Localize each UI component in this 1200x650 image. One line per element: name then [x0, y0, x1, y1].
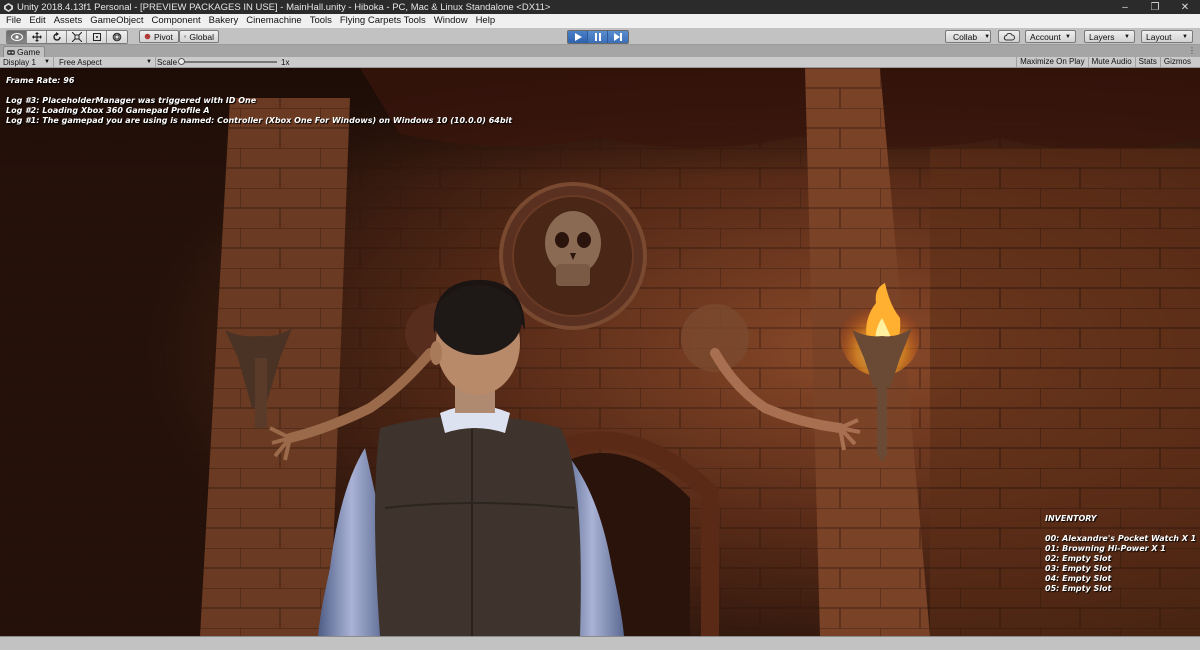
- scale-label: Scale: [157, 57, 178, 67]
- maximize-on-play-toggle[interactable]: Maximize On Play: [1016, 57, 1087, 67]
- inventory-slot: 01: Browning Hi-Power X 1: [1045, 544, 1166, 553]
- gizmos-toggle[interactable]: Gizmos: [1159, 57, 1194, 67]
- inventory-panel: INVENTORY 00: Alexandre's Pocket Watch X…: [1045, 514, 1196, 594]
- debug-log: Log #3: PlaceholderManager was triggered…: [6, 96, 512, 126]
- menu-gameobject[interactable]: GameObject: [86, 14, 147, 28]
- scale-value: 1x: [281, 57, 290, 67]
- pivot-label: Pivot: [154, 31, 173, 42]
- pivot-toggle[interactable]: Pivot: [139, 30, 179, 43]
- log-line: Log #1: The gamepad you are using is nam…: [6, 116, 513, 125]
- play-icon[interactable]: [568, 31, 588, 43]
- menu-component[interactable]: Component: [148, 14, 205, 28]
- scale-slider-handle[interactable]: [178, 58, 186, 65]
- menu-bar: File Edit Assets GameObject Component Ba…: [0, 14, 1200, 28]
- inventory-slot: 02: Empty Slot: [1045, 554, 1112, 563]
- aspect-label: Free Aspect: [59, 57, 102, 67]
- pivot-icon: [144, 33, 151, 40]
- scale-control: Scale 1x: [157, 57, 289, 67]
- game-viewport[interactable]: Frame Rate: 96 Log #3: PlaceholderManage…: [0, 68, 1200, 636]
- scale-slider[interactable]: [178, 58, 278, 65]
- display-dropdown[interactable]: Display 1 ▼: [0, 57, 54, 67]
- global-label: Global: [189, 31, 214, 42]
- inventory-title: INVENTORY: [1045, 514, 1097, 523]
- tab-game-label: Game: [17, 47, 41, 57]
- aspect-dropdown[interactable]: Free Aspect ▼: [56, 57, 156, 67]
- cloud-button[interactable]: [998, 30, 1020, 43]
- cloud-icon: [1003, 32, 1015, 40]
- frame-rate-readout: Frame Rate: 96: [6, 76, 75, 85]
- inventory-slot: 04: Empty Slot: [1045, 574, 1112, 583]
- chevron-down-icon: ▼: [1124, 33, 1130, 40]
- menu-tools[interactable]: Tools: [306, 14, 336, 28]
- mute-audio-toggle[interactable]: Mute Audio: [1087, 57, 1135, 67]
- game-view-toolbar: Display 1 ▼ Free Aspect ▼ Scale 1x Maxim…: [0, 57, 1200, 68]
- account-label: Account: [1030, 31, 1061, 42]
- chevron-down-icon: ▼: [146, 59, 152, 65]
- menu-edit[interactable]: Edit: [25, 14, 49, 28]
- game-view-toggles: Maximize On Play Mute Audio Stats Gizmos: [1016, 57, 1194, 67]
- scale-tool-icon[interactable]: [67, 31, 87, 43]
- collab-label: Collab: [953, 31, 978, 42]
- menu-bakery[interactable]: Bakery: [205, 14, 243, 28]
- chevron-down-icon: ▼: [1182, 33, 1188, 40]
- move-tool-icon[interactable]: [27, 31, 47, 43]
- pause-icon[interactable]: [588, 31, 608, 43]
- transform-tool-icon[interactable]: [107, 31, 127, 43]
- inventory-slot: 00: Alexandre's Pocket Watch X 1: [1045, 534, 1197, 543]
- restore-button[interactable]: ❐: [1140, 0, 1170, 14]
- layers-label: Layers: [1089, 31, 1115, 42]
- layout-label: Layout: [1146, 31, 1172, 42]
- scene-render: [0, 68, 1200, 636]
- stats-toggle[interactable]: Stats: [1134, 57, 1160, 67]
- gamepad-icon: [7, 49, 15, 55]
- display-label: Display 1: [3, 57, 36, 67]
- log-line: Log #3: PlaceholderManager was triggered…: [6, 96, 257, 105]
- chevron-down-icon: ▼: [1065, 33, 1071, 40]
- panel-tab-strip: Game ⋮: [0, 45, 1200, 57]
- status-bar: [0, 636, 1200, 650]
- menu-window[interactable]: Window: [430, 14, 472, 28]
- menu-help[interactable]: Help: [472, 14, 500, 28]
- log-line: Log #2: Loading Xbox 360 Gamepad Profile…: [6, 106, 210, 115]
- transform-tools: [6, 30, 128, 44]
- menu-flying-carpets-tools[interactable]: Flying Carpets Tools: [336, 14, 430, 28]
- tab-game[interactable]: Game: [3, 46, 45, 57]
- account-dropdown[interactable]: Account ▼: [1025, 30, 1076, 43]
- collab-dropdown[interactable]: Collab ▼: [945, 30, 991, 43]
- panel-menu-icon[interactable]: ⋮: [1188, 46, 1196, 55]
- window-titlebar: Unity 2018.4.13f1 Personal - [PREVIEW PA…: [0, 0, 1200, 14]
- rotate-tool-icon[interactable]: [47, 31, 67, 43]
- unity-logo-icon: [3, 2, 13, 12]
- globe-icon: [184, 35, 187, 38]
- inventory-slot: 03: Empty Slot: [1045, 564, 1112, 573]
- play-controls: [567, 30, 629, 44]
- window-title: Unity 2018.4.13f1 Personal - [PREVIEW PA…: [17, 1, 551, 13]
- minimize-button[interactable]: –: [1110, 0, 1140, 14]
- step-icon[interactable]: [608, 31, 628, 43]
- menu-file[interactable]: File: [2, 14, 25, 28]
- global-toggle[interactable]: Global: [179, 30, 219, 43]
- close-button[interactable]: ✕: [1170, 0, 1200, 14]
- menu-cinemachine[interactable]: Cinemachine: [242, 14, 305, 28]
- chevron-down-icon: ▼: [984, 33, 991, 40]
- rect-tool-icon[interactable]: [87, 31, 107, 43]
- layers-dropdown[interactable]: Layers ▼: [1084, 30, 1135, 43]
- main-toolbar: Pivot Global Collab ▼ Account ▼ Layers ▼…: [0, 28, 1200, 45]
- inventory-slot: 05: Empty Slot: [1045, 584, 1112, 593]
- chevron-down-icon: ▼: [44, 59, 50, 65]
- menu-assets[interactable]: Assets: [50, 14, 87, 28]
- hand-tool-icon[interactable]: [7, 31, 27, 43]
- layout-dropdown[interactable]: Layout ▼: [1141, 30, 1193, 43]
